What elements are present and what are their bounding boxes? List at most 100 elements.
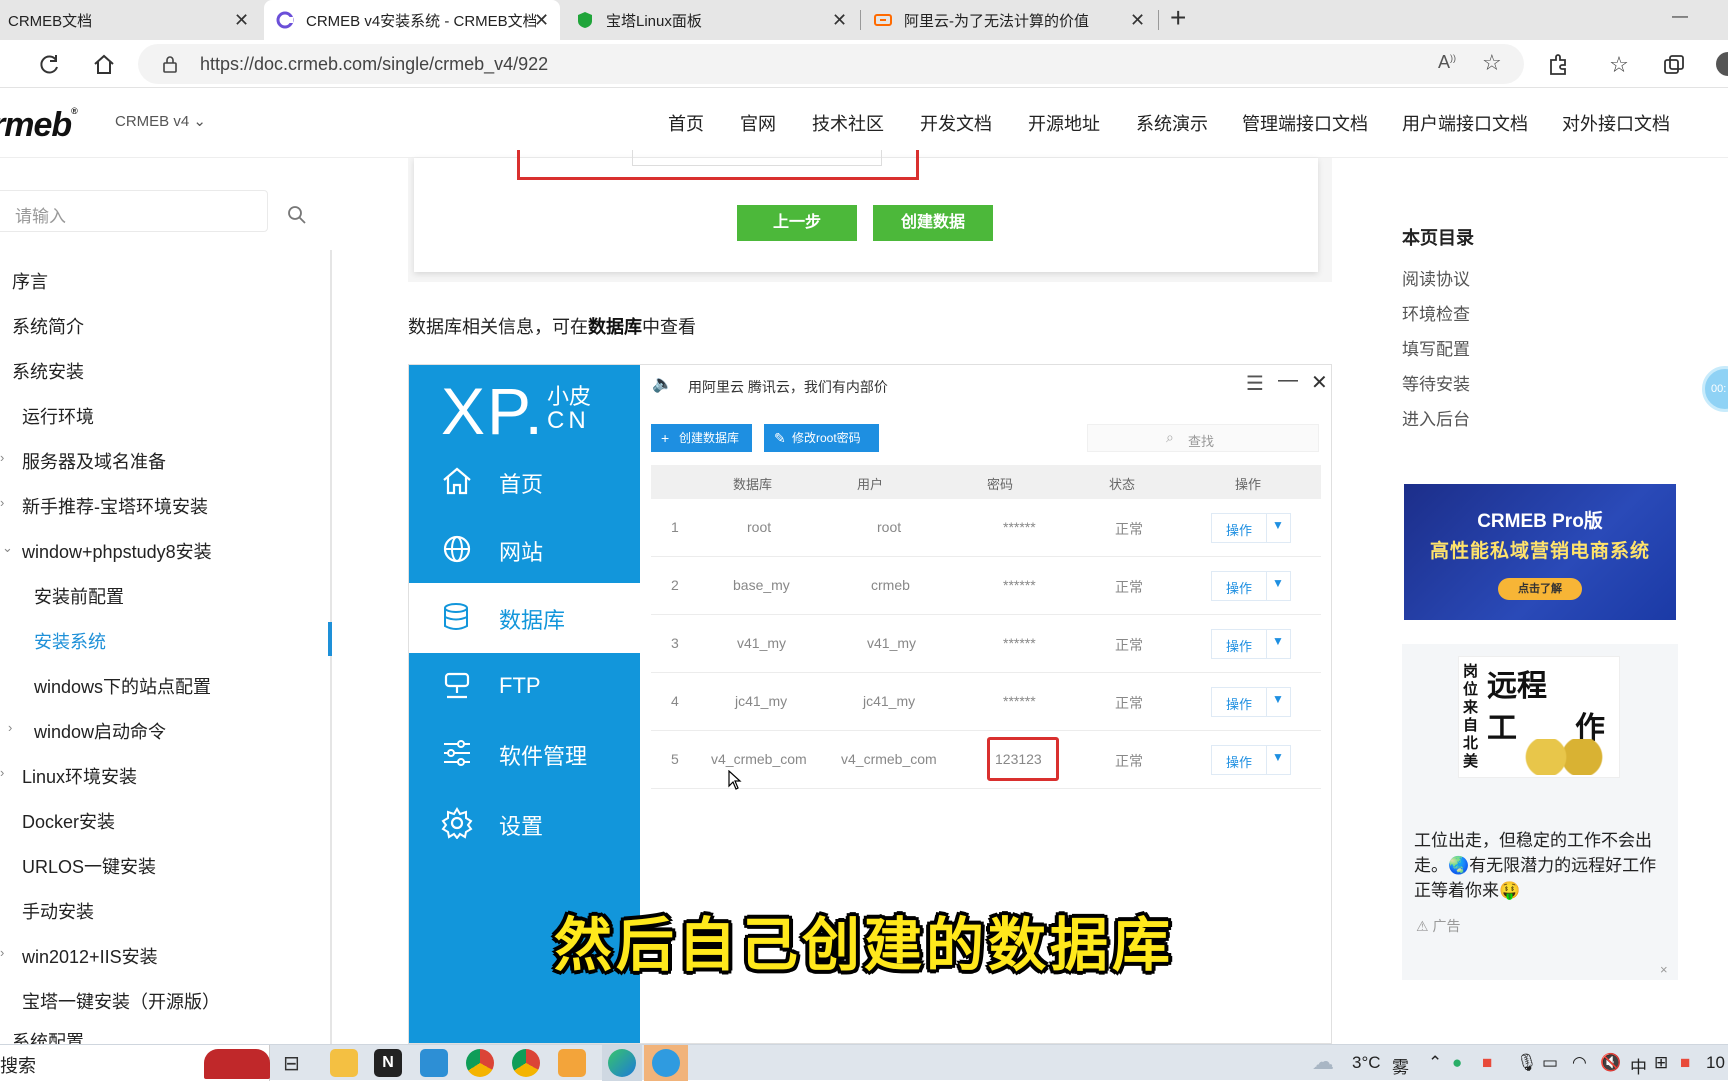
- sidebar-item-windows-site-config[interactable]: windows下的站点配置: [34, 673, 211, 699]
- tab-title: CRMEB文档: [8, 12, 93, 30]
- new-tab-button[interactable]: +: [1170, 2, 1186, 34]
- nav-official-site[interactable]: 官网: [740, 110, 776, 136]
- sidebar-item-preface[interactable]: 序言: [12, 268, 48, 294]
- tab-baota-panel[interactable]: 宝塔Linux面板 ✕: [564, 0, 858, 40]
- taskbar-search[interactable]: 搜索: [0, 1045, 270, 1081]
- toc-item-wait-install[interactable]: 等待安装: [1402, 370, 1470, 395]
- sidebar-item-preinstall-config[interactable]: 安装前配置: [34, 583, 124, 609]
- app-tray-icon[interactable]: ■: [1482, 1053, 1492, 1073]
- tab-title: 宝塔Linux面板: [606, 12, 702, 30]
- keyboard-layout-icon[interactable]: ⊞: [1654, 1053, 1668, 1073]
- tab-crmeb-install[interactable]: CRMEB v4安装系统 - CRMEB文档 ✕: [264, 0, 560, 40]
- notion-icon[interactable]: N: [374, 1049, 402, 1077]
- toc-item-enter-admin[interactable]: 进入后台: [1402, 405, 1470, 430]
- xp-search-input: ⌕ 查找: [1087, 424, 1319, 452]
- chrome-icon[interactable]: [512, 1049, 540, 1077]
- search-icon[interactable]: [286, 204, 308, 226]
- sidebar-item-linux-install[interactable]: Linux环境安装: [22, 763, 137, 789]
- ad-learn-more-button[interactable]: 点击了解: [1498, 578, 1582, 600]
- crmeb-logo[interactable]: rmeb®: [0, 106, 78, 145]
- chrome-icon[interactable]: [466, 1049, 494, 1077]
- edge-icon[interactable]: [608, 1049, 636, 1077]
- clock[interactable]: 10: [1706, 1053, 1725, 1073]
- chevron-right-icon[interactable]: ›: [0, 495, 4, 510]
- photo-app-icon[interactable]: [558, 1049, 586, 1077]
- sidebar-item-docker-install[interactable]: Docker安装: [22, 808, 115, 834]
- extensions-icon[interactable]: [1545, 52, 1571, 78]
- sidebar-search-input[interactable]: 请输入: [0, 190, 268, 232]
- chevron-right-icon[interactable]: ›: [0, 450, 4, 465]
- minimize-window-button[interactable]: —: [1672, 8, 1688, 26]
- nav-external-api[interactable]: 对外接口文档: [1562, 110, 1670, 136]
- lock-icon[interactable]: [162, 55, 178, 73]
- col-header-user: 用户: [857, 477, 884, 492]
- sidebar-item-install-system[interactable]: 安装系统: [34, 628, 106, 654]
- sidebar-item-intro[interactable]: 系统简介: [12, 313, 84, 339]
- nav-open-source[interactable]: 开源地址: [1028, 110, 1100, 136]
- weather-cloud-icon[interactable]: ☁: [1312, 1049, 1334, 1075]
- battery-icon[interactable]: ▭: [1542, 1053, 1558, 1073]
- xp-menu-website: 网站: [409, 515, 640, 585]
- file-explorer-icon[interactable]: [330, 1049, 358, 1077]
- close-tab-icon[interactable]: ✕: [234, 10, 249, 31]
- toc-item-agreement[interactable]: 阅读协议: [1402, 265, 1470, 290]
- url-field[interactable]: https://doc.crmeb.com/single/crmeb_v4/92…: [138, 44, 1524, 84]
- xp-menu-label: 首页: [499, 472, 544, 497]
- chevron-right-icon[interactable]: ›: [8, 720, 12, 735]
- row-no: 3: [671, 635, 679, 651]
- chevron-up-icon[interactable]: ⌃: [1428, 1053, 1442, 1073]
- nav-home[interactable]: 首页: [668, 110, 704, 136]
- sogou-icon[interactable]: ■: [1680, 1053, 1690, 1073]
- xp-app-icon[interactable]: [652, 1049, 680, 1077]
- nav-user-api[interactable]: 用户端接口文档: [1402, 110, 1528, 136]
- sidebar-item-install[interactable]: 系统安装: [12, 358, 84, 384]
- sidebar-item-window-start-cmd[interactable]: window启动命令: [34, 718, 166, 744]
- nav-dev-docs[interactable]: 开发文档: [920, 110, 992, 136]
- sidebar-item-phpstudy8[interactable]: window+phpstudy8安装: [22, 538, 212, 564]
- sidebar-item-baota-env[interactable]: 新手推荐-宝塔环境安装: [22, 493, 208, 519]
- caret-down-icon: ▼: [1272, 634, 1284, 648]
- close-icon: ✕: [1311, 372, 1328, 394]
- nav-community[interactable]: 技术社区: [812, 110, 884, 136]
- version-dropdown[interactable]: CRMEB v4 ⌄: [115, 112, 206, 130]
- toc-item-fill-config[interactable]: 填写配置: [1402, 335, 1470, 360]
- sidebar-item-server-domain[interactable]: 服务器及域名准备: [22, 448, 166, 474]
- tab-crmeb-docs[interactable]: CRMEB文档 ✕: [0, 0, 260, 40]
- app-icon[interactable]: [420, 1049, 448, 1077]
- close-tab-icon[interactable]: ✕: [832, 10, 847, 31]
- nav-admin-api[interactable]: 管理端接口文档: [1242, 110, 1368, 136]
- crmeb-pro-ad-banner[interactable]: CRMEB Pro版 高性能私域营销电商系统 点击了解: [1404, 484, 1676, 620]
- sidebar-item-runtime[interactable]: 运行环境: [22, 403, 94, 429]
- favorite-star-icon[interactable]: ☆: [1482, 50, 1502, 76]
- chevron-right-icon[interactable]: ›: [0, 765, 4, 780]
- sidebar-item-urlos-install[interactable]: URLOS一键安装: [22, 853, 156, 879]
- refresh-icon[interactable]: [36, 52, 62, 78]
- nav-demo[interactable]: 系统演示: [1136, 110, 1208, 136]
- op-label: 操作: [1226, 581, 1253, 596]
- profile-avatar[interactable]: [1716, 52, 1728, 76]
- temperature[interactable]: 3°C: [1352, 1053, 1381, 1073]
- close-tab-icon[interactable]: ✕: [1130, 10, 1145, 31]
- favorites-icon[interactable]: ☆: [1606, 52, 1632, 78]
- sidebar-item-baota-oneclick[interactable]: 宝塔一键安装（开源版）: [22, 988, 220, 1014]
- xp-menu-label: FTP: [499, 673, 541, 698]
- xp-logo-domain: CN: [547, 407, 590, 434]
- weather-text[interactable]: 雾: [1392, 1053, 1409, 1078]
- microphone-icon[interactable]: 🎙: [1516, 1053, 1538, 1073]
- toc-item-env-check[interactable]: 环境检查: [1402, 300, 1470, 325]
- read-aloud-icon[interactable]: A)): [1438, 52, 1456, 73]
- task-view-icon[interactable]: ⊟: [283, 1051, 300, 1076]
- chevron-down-icon[interactable]: ⌄: [2, 540, 13, 556]
- tab-aliyun[interactable]: 阿里云-为了无法计算的价值 ✕: [862, 0, 1156, 40]
- collections-icon[interactable]: [1661, 52, 1687, 78]
- prev-step-button: 上一步: [737, 205, 857, 241]
- wifi-icon[interactable]: ◠: [1572, 1053, 1587, 1073]
- close-tab-icon[interactable]: ✕: [534, 10, 549, 31]
- wechat-icon[interactable]: ●: [1452, 1053, 1462, 1073]
- table-row: 2 base_my crmeb ****** 正常 操作 ▼: [651, 557, 1321, 615]
- ime-indicator[interactable]: 中: [1630, 1053, 1647, 1078]
- home-icon[interactable]: [91, 52, 117, 78]
- speaker-muted-icon[interactable]: 🔇: [1600, 1053, 1621, 1073]
- row-password: ******: [1003, 577, 1036, 593]
- floating-timer-widget[interactable]: 00:: [1702, 366, 1728, 412]
